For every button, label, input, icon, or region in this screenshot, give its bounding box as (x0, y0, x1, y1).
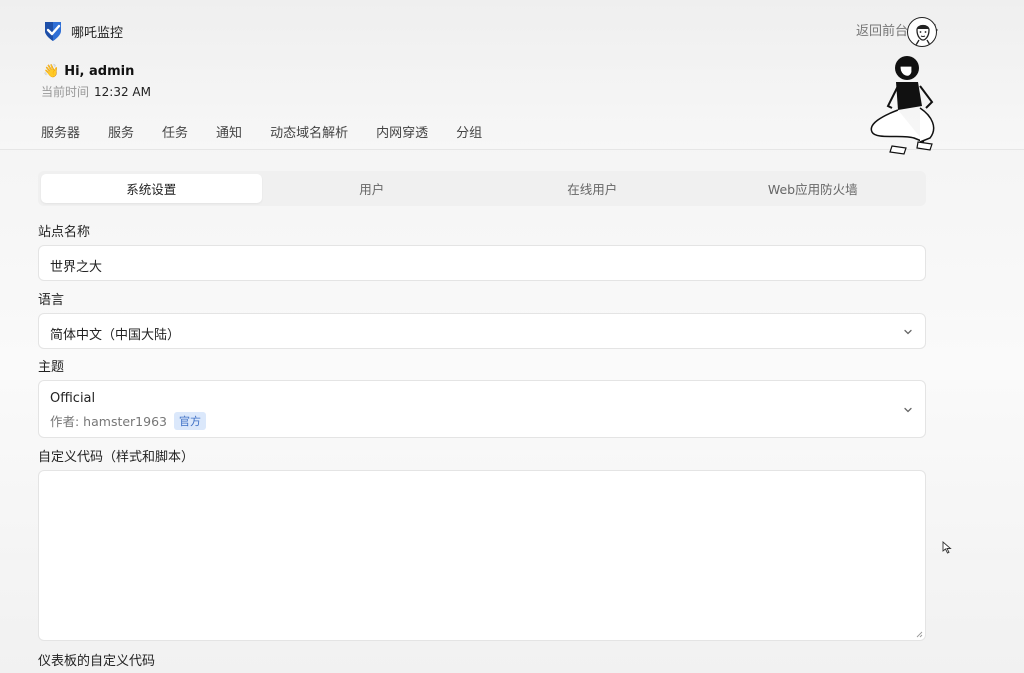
dashboard-code-label: 仪表板的自定义代码 (38, 654, 156, 669)
sitting-person-illustration (870, 56, 935, 155)
language-value: 简体中文（中国大陆） (50, 328, 181, 343)
greeting-text: Hi, admin (64, 64, 135, 79)
settings-tabs: 系统设置 用户 在线用户 Web应用防火墙 (38, 171, 926, 206)
back-to-frontend-link[interactable]: 返回前台 (856, 20, 908, 39)
theme-meta: 作者: hamster1963 官方 (50, 411, 206, 430)
app-name: 哪吒监控 (71, 25, 124, 41)
chevron-down-icon (904, 407, 912, 413)
theme-value: Official (50, 391, 96, 406)
theme-author: 作者: hamster1963 (50, 414, 167, 429)
top-header: 哪吒监控 👋 Hi, admin 当前时间 12:32 AM 服务器 服务 任务… (0, 0, 1024, 155)
language-label: 语言 (38, 293, 65, 308)
resize-handle-icon[interactable] (916, 631, 923, 638)
user-avatar[interactable] (907, 17, 937, 47)
shield-check-icon (45, 22, 61, 41)
nav-item-servers[interactable]: 服务器 (41, 122, 80, 141)
tab-online-users[interactable]: 在线用户 (482, 174, 703, 203)
avatar-face-icon (915, 24, 931, 46)
nav-item-notifications[interactable]: 通知 (216, 122, 242, 141)
chevron-down-icon (904, 329, 912, 335)
custom-code-label: 自定义代码（样式和脚本） (38, 450, 195, 465)
tab-waf[interactable]: Web应用防火墙 (703, 174, 924, 203)
official-badge: 官方 (174, 411, 206, 430)
theme-select[interactable]: Official 作者: hamster1963 官方 (38, 380, 926, 438)
custom-code-textarea[interactable] (38, 470, 926, 641)
language-select[interactable]: 简体中文（中国大陆） (38, 313, 926, 349)
site-name-value: 世界之大 (50, 260, 103, 275)
time-label: 当前时间 (41, 85, 90, 99)
mouse-cursor-icon (942, 541, 952, 554)
nav-item-groups[interactable]: 分组 (456, 122, 482, 141)
nav-item-ddns[interactable]: 动态域名解析 (270, 122, 348, 141)
site-name-label: 站点名称 (38, 225, 91, 240)
app-logo[interactable]: 哪吒监控 (43, 20, 123, 42)
time-value: 12:32 AM (94, 85, 151, 99)
theme-label: 主题 (38, 360, 65, 375)
wave-hand-icon: 👋 (43, 64, 60, 79)
current-time: 当前时间 12:32 AM (41, 83, 151, 100)
tab-users[interactable]: 用户 (262, 174, 483, 203)
main-nav: 服务器 服务 任务 通知 动态域名解析 内网穿透 分组 (41, 122, 510, 141)
tab-system-settings[interactable]: 系统设置 (41, 174, 262, 203)
greeting: 👋 Hi, admin (43, 64, 134, 79)
nav-item-tasks[interactable]: 任务 (162, 122, 188, 141)
site-name-input[interactable]: 世界之大 (38, 245, 926, 281)
nav-item-nat[interactable]: 内网穿透 (376, 122, 428, 141)
nav-item-services[interactable]: 服务 (108, 122, 134, 141)
